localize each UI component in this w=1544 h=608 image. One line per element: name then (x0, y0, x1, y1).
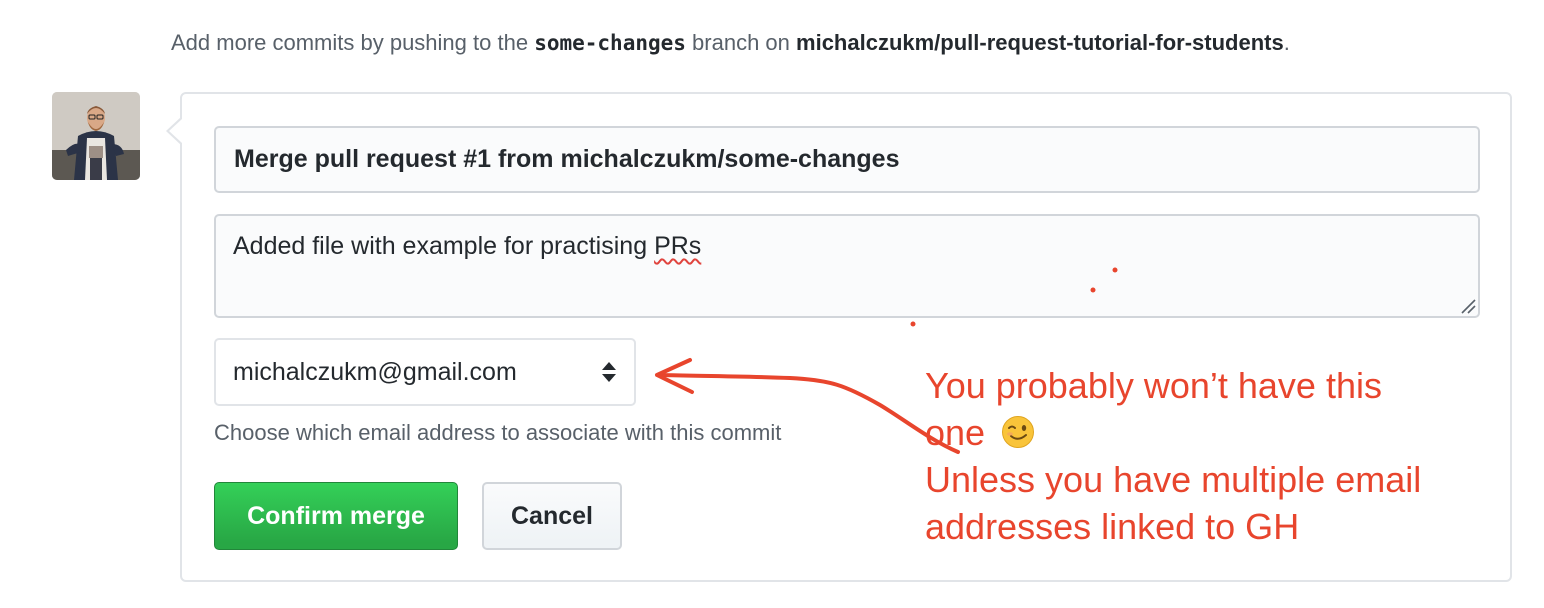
wink-emoji-icon (1002, 416, 1035, 448)
annotation-line-4: addresses linked to GH (925, 506, 1300, 547)
avatar[interactable] (52, 92, 140, 180)
annotation-line-1: You probably won’t have this (925, 365, 1382, 406)
annotation-line-3: Unless you have multiple email (925, 459, 1422, 500)
branch-name[interactable]: some-changes (534, 31, 686, 55)
email-select-value: michalczukm@gmail.com (233, 357, 517, 386)
cancel-button[interactable]: Cancel (482, 482, 622, 550)
avatar-image (52, 92, 140, 180)
commit-message-textarea[interactable] (214, 214, 1480, 318)
info-suffix: . (1283, 30, 1290, 55)
email-select[interactable]: michalczukm@gmail.com (214, 338, 636, 406)
annotation-line-2: one (925, 409, 1525, 456)
annotation-line-2-text: one (925, 412, 986, 453)
info-prefix: Add more commits by pushing to the (171, 30, 529, 55)
repo-name[interactable]: michalczukm/pull-request-tutorial-for-st… (796, 30, 1284, 55)
annotation-note: You probably won’t have this one Unless … (925, 362, 1525, 550)
panel-pointer-inner (169, 119, 182, 143)
resize-grip-icon[interactable] (1460, 298, 1476, 314)
confirm-merge-button[interactable]: Confirm merge (214, 482, 458, 550)
email-help-text: Choose which email address to associate … (214, 420, 782, 445)
info-middle: branch on (692, 30, 790, 55)
up-down-caret-icon (602, 362, 616, 382)
merge-info-line: Add more commits by pushing to the some-… (171, 30, 1290, 56)
commit-title-input[interactable] (214, 126, 1480, 193)
